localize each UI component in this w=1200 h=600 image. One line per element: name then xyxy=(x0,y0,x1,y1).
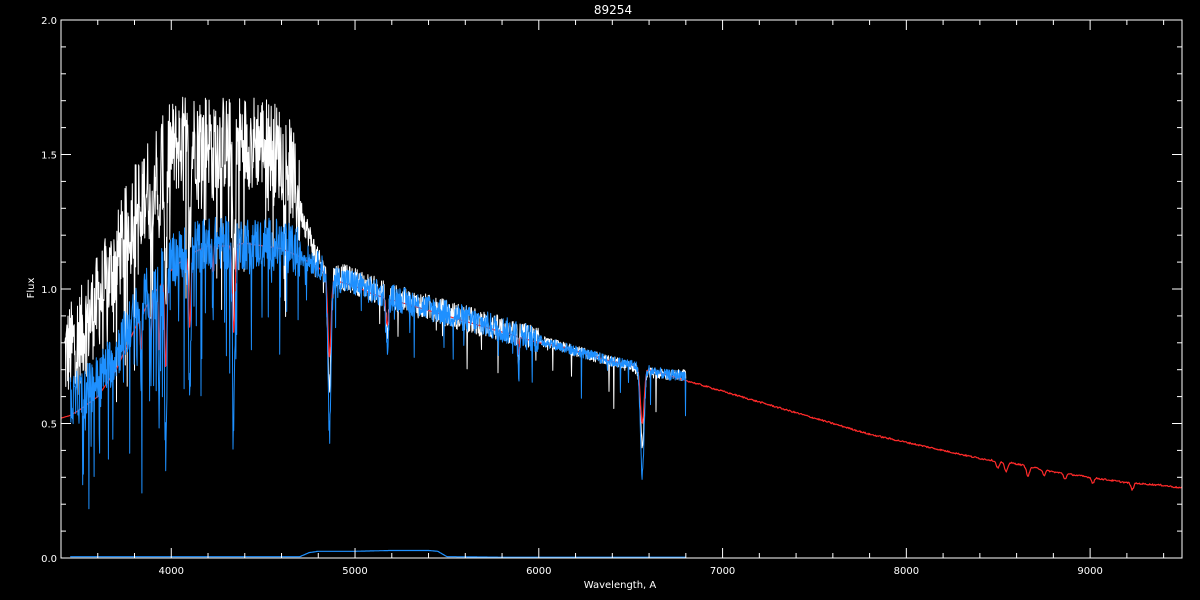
x-tick-label: 9000 xyxy=(1077,566,1102,577)
x-axis-label: Wavelength, A xyxy=(584,580,657,591)
x-tick-label: 8000 xyxy=(894,566,919,577)
chart-background xyxy=(0,0,1200,600)
x-tick-label: 4000 xyxy=(159,566,184,577)
y-tick-label: 0.0 xyxy=(41,554,57,565)
y-tick-label: 2.0 xyxy=(41,16,57,27)
x-tick-label: 6000 xyxy=(526,566,551,577)
x-tick-label: 5000 xyxy=(342,566,367,577)
x-tick-label: 7000 xyxy=(710,566,735,577)
spectrum-chart: 89254 Wavelength, A Flux 4000 5000 6000 700… xyxy=(0,0,1200,600)
y-tick-label: 0.5 xyxy=(41,420,57,431)
y-tick-label: 1.5 xyxy=(41,151,57,162)
chart-title: 89254 xyxy=(594,3,632,17)
y-tick-label: 1.0 xyxy=(41,285,57,296)
y-axis-label: Flux xyxy=(26,278,37,299)
